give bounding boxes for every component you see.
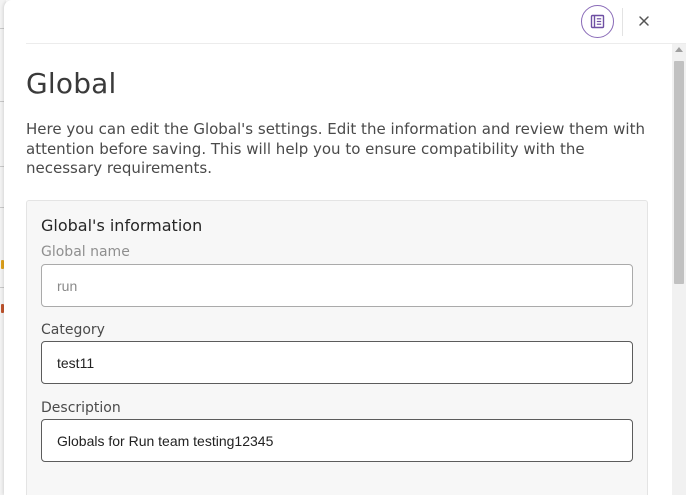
global-name-label: Global name: [41, 244, 130, 260]
description-input[interactable]: [41, 419, 633, 462]
global-information-card: Global's information Global name Categor…: [26, 200, 648, 495]
close-icon: [639, 16, 649, 26]
global-name-input[interactable]: [41, 264, 633, 307]
modal-header: [4, 0, 686, 44]
documentation-button[interactable]: [581, 5, 614, 38]
document-list-icon: [590, 14, 605, 29]
modal-scrollbar[interactable]: [672, 44, 686, 495]
page-title: Global: [26, 67, 117, 100]
screen: Global Here you can edit the Global's se…: [0, 0, 686, 495]
page-description: Here you can edit the Global's settings.…: [26, 120, 645, 177]
category-label: Category: [41, 322, 105, 338]
header-divider: [622, 8, 623, 36]
scroll-up-arrow-icon[interactable]: [675, 47, 683, 52]
category-input[interactable]: [41, 341, 633, 384]
card-title: Global's information: [41, 216, 203, 235]
close-button[interactable]: [632, 9, 656, 33]
header-rule: [26, 43, 686, 44]
description-label: Description: [41, 400, 121, 416]
edit-global-modal: Global Here you can edit the Global's se…: [4, 0, 686, 495]
scrollbar-thumb[interactable]: [674, 61, 684, 284]
